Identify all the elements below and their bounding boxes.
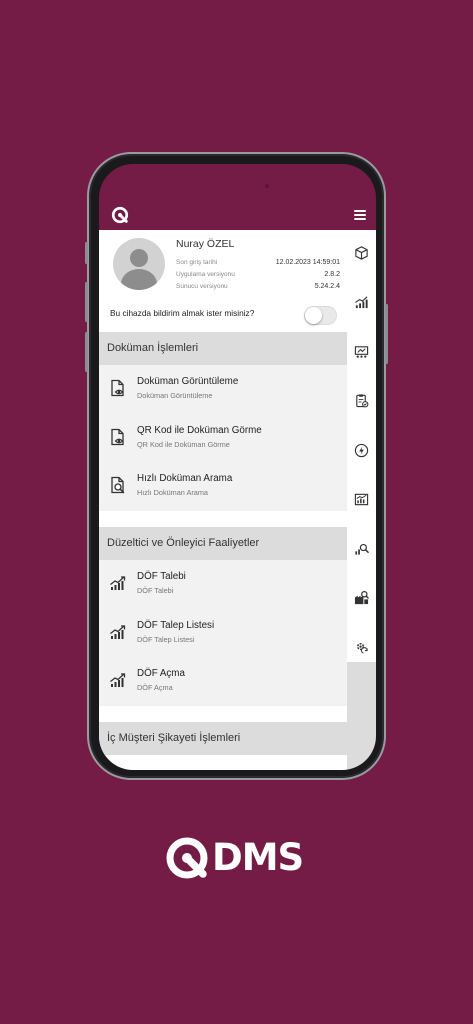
qdms-logo-icon[interactable]	[111, 206, 129, 224]
right-icon-rail	[347, 230, 376, 770]
app-version-label: Uygulama versiyonu	[176, 271, 235, 278]
document-view-icon	[111, 379, 124, 397]
menu-item-subtitle: Hızlı Doküman Arama	[137, 488, 208, 498]
menu-item-dof-request[interactable]: DÖF Talebi DÖF Talebi	[99, 560, 347, 609]
section-header-corrective-actions[interactable]: Düzeltici ve Önleyici Faaliyetler	[99, 527, 347, 561]
section-spacer	[99, 511, 347, 528]
profile-card: Nuray ÖZEL Son giriş tarihi 12.02.2023 1…	[99, 230, 347, 298]
chart-board-icon[interactable]	[354, 492, 369, 507]
notification-row: Bu cihazda bildirim almak ister misiniz?	[99, 298, 347, 332]
document-qr-icon	[111, 428, 124, 445]
chart-up-icon	[110, 625, 126, 639]
last-login-label: Son giriş tarihi	[176, 259, 218, 266]
phone-side-button	[85, 242, 88, 264]
section-header-documents[interactable]: Doküman İşlemleri	[99, 332, 347, 365]
qdms-q-logo-icon	[166, 837, 208, 879]
menu-item-title: DÖF Talep Listesi	[137, 619, 215, 631]
menu-item-subtitle: DÖF Açma	[137, 683, 173, 693]
section-spacer	[99, 706, 347, 723]
main-panel: Nuray ÖZEL Son giriş tarihi 12.02.2023 1…	[99, 230, 347, 770]
chart-search-icon[interactable]	[354, 541, 369, 556]
qdms-brand-logo: DMS	[164, 834, 312, 882]
last-login-row: Son giriş tarihi 12.02.2023 14:59:01	[176, 259, 340, 266]
phone-volume-down	[85, 332, 88, 372]
menu-item-dof-request-list[interactable]: DÖF Talep Listesi DÖF Talep Listesi	[99, 609, 347, 658]
box-icon[interactable]	[354, 245, 369, 260]
menu-item-qr-document[interactable]: QR Kod ile Doküman Görme QR Kod ile Dokü…	[99, 414, 347, 463]
chart-up-icon	[110, 673, 126, 688]
menu-item-title: Doküman Görüntüleme	[137, 376, 239, 387]
last-login-value: 12.02.2023 14:59:01	[275, 259, 340, 266]
factory-search-icon[interactable]	[354, 590, 369, 605]
clipboard-check-icon[interactable]	[354, 393, 369, 408]
dof-menu-list: DÖF Talebi DÖF Talebi DÖF Talep Listesi …	[99, 560, 347, 707]
menu-item-document-view[interactable]: Doküman Görüntüleme Doküman Görüntüleme	[99, 365, 347, 414]
menu-item-subtitle: Doküman Görüntüleme	[137, 391, 213, 400]
gear-refresh-icon[interactable]	[354, 640, 369, 655]
menu-item-title: DÖF Talebi	[137, 571, 186, 583]
menu-item-subtitle: DÖF Talep Listesi	[137, 634, 195, 644]
menu-item-title: DÖF Açma	[137, 668, 185, 680]
section-header-internal-complaints[interactable]: İç Müşteri Şikayeti İşlemleri	[99, 722, 347, 756]
document-search-icon	[111, 477, 125, 494]
server-version-label: Sunucu versiyonu	[176, 283, 228, 290]
notification-toggle[interactable]	[304, 306, 337, 325]
app-version-value: 2.8.2	[324, 271, 340, 278]
menu-item-title: QR Kod ile Doküman Görme	[137, 424, 262, 436]
brand-text: DMS	[212, 836, 304, 879]
phone-screen: Nuray ÖZEL Son giriş tarihi 12.02.2023 1…	[99, 164, 376, 770]
phone-frame: Nuray ÖZEL Son giriş tarihi 12.02.2023 1…	[85, 152, 388, 780]
menu-item-title: Hızlı Doküman Arama	[137, 473, 233, 485]
menu-item-dof-open[interactable]: DÖF Açma DÖF Açma	[99, 657, 347, 706]
app-header	[99, 164, 376, 230]
avatar	[113, 238, 165, 290]
user-name: Nuray ÖZEL	[176, 238, 235, 250]
app-version-row: Uygulama versiyonu 2.8.2	[176, 271, 340, 278]
server-version-row: Sunucu versiyonu 5.24.2.4	[176, 283, 340, 290]
phone-volume-up	[85, 282, 88, 322]
documents-menu-list: Doküman Görüntüleme Doküman Görüntüleme …	[99, 365, 347, 512]
notification-label: Bu cihazda bildirim almak ister misiniz?	[110, 308, 255, 318]
server-version-value: 5.24.2.4	[314, 283, 340, 290]
menu-item-subtitle: QR Kod ile Doküman Görme	[137, 439, 230, 449]
hamburger-menu-icon[interactable]	[354, 210, 366, 220]
chart-up-icon[interactable]	[354, 294, 369, 309]
phone-power-button	[385, 304, 388, 364]
lightning-icon[interactable]	[354, 443, 369, 458]
presentation-icon[interactable]	[354, 344, 369, 359]
menu-item-quick-search[interactable]: Hızlı Doküman Arama Hızlı Doküman Arama	[99, 462, 347, 511]
menu-item-subtitle: DÖF Talebi	[137, 586, 174, 596]
chart-up-icon	[110, 576, 126, 591]
